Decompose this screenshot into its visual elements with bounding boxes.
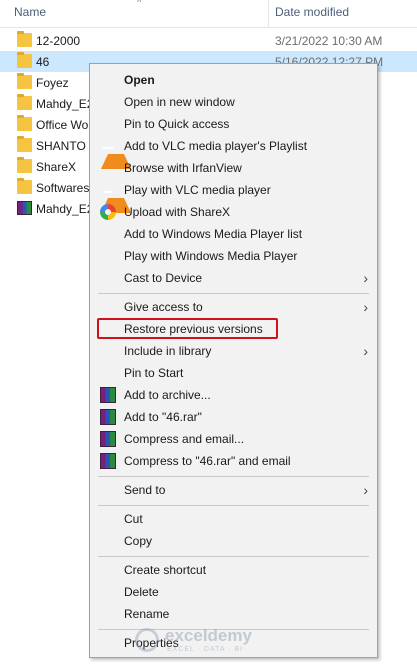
menu-item-delete[interactable]: Delete <box>90 581 377 603</box>
folder-icon <box>17 94 32 110</box>
file-name: Softwares <box>36 181 90 195</box>
menu-separator <box>98 505 369 506</box>
menu-item-send-to[interactable]: Send to › <box>90 479 377 501</box>
exceldemy-logo-icon <box>135 628 159 652</box>
menu-item-open-new-window[interactable]: Open in new window <box>90 91 377 113</box>
menu-item-label: Include in library <box>124 344 212 358</box>
menu-item-label: Compress to "46.rar" and email <box>124 454 291 468</box>
menu-item-label: Pin to Quick access <box>124 117 230 131</box>
column-header: ^ Name Date modified <box>0 0 417 28</box>
menu-item-label: Play with VLC media player <box>124 183 271 197</box>
menu-item-rename[interactable]: Rename <box>90 603 377 625</box>
menu-item-label: Add to Windows Media Player list <box>124 227 303 241</box>
menu-item-wmp-add[interactable]: Add to Windows Media Player list <box>90 223 377 245</box>
winrar-icon <box>100 431 116 447</box>
submenu-arrow-icon: › <box>363 482 368 498</box>
menu-item-wmp-play[interactable]: Play with Windows Media Player <box>90 245 377 267</box>
winrar-icon <box>100 409 116 425</box>
submenu-arrow-icon: › <box>363 270 368 286</box>
menu-item-label: Open <box>124 73 155 87</box>
file-row[interactable]: 12-2000 3/21/2022 10:30 AM <box>0 30 417 51</box>
menu-item-label: Add to "46.rar" <box>124 410 202 424</box>
file-date: 3/21/2022 10:30 AM <box>275 34 383 48</box>
menu-item-label: Copy <box>124 534 153 548</box>
winrar-icon <box>100 453 116 469</box>
menu-item-label: Cut <box>124 512 143 526</box>
menu-separator <box>98 556 369 557</box>
rar-archive-icon <box>17 201 32 215</box>
menu-item-label: Create shortcut <box>124 563 207 577</box>
annotation-highlight-box <box>97 318 278 339</box>
folder-icon <box>17 136 32 152</box>
menu-item-add-to-archive[interactable]: Add to archive... <box>90 384 377 406</box>
menu-item-compress-rar-email[interactable]: Compress to "46.rar" and email <box>90 450 377 472</box>
menu-item-open[interactable]: Open <box>90 69 377 91</box>
menu-item-add-to-rar[interactable]: Add to "46.rar" <box>90 406 377 428</box>
file-name: 46 <box>36 55 50 69</box>
file-name: ShareX <box>36 160 77 174</box>
folder-icon <box>17 73 32 89</box>
submenu-arrow-icon: › <box>363 343 368 359</box>
menu-item-sharex-upload[interactable]: Upload with ShareX <box>90 201 377 223</box>
folder-icon <box>17 178 32 194</box>
menu-item-pin-quick-access[interactable]: Pin to Quick access <box>90 113 377 135</box>
sharex-icon <box>100 204 116 220</box>
menu-item-label: Rename <box>124 607 170 621</box>
menu-separator <box>98 476 369 477</box>
menu-item-vlc-playlist[interactable]: Add to VLC media player's Playlist <box>90 135 377 169</box>
folder-icon <box>17 52 32 68</box>
winrar-icon <box>100 387 116 403</box>
menu-item-label: Give access to <box>124 300 203 314</box>
menu-item-compress-and-email[interactable]: Compress and email... <box>90 428 377 450</box>
submenu-arrow-icon: › <box>363 299 368 315</box>
folder-icon <box>17 157 32 173</box>
menu-item-label: Pin to Start <box>124 366 184 380</box>
context-menu: Open Open in new window Pin to Quick acc… <box>89 63 378 658</box>
watermark-tagline: EXCEL · DATA · BI <box>167 646 243 653</box>
menu-item-label: Add to archive... <box>124 388 211 402</box>
menu-item-irfanview[interactable]: Browse with IrfanView <box>90 157 377 179</box>
file-name: Mahdy_E2 <box>36 202 94 216</box>
folder-icon <box>17 115 32 131</box>
menu-item-cut[interactable]: Cut <box>90 508 377 530</box>
menu-item-label: Browse with IrfanView <box>124 161 242 175</box>
column-date-modified[interactable]: Date modified <box>275 5 349 19</box>
menu-item-label: Add to VLC media player's Playlist <box>124 139 308 153</box>
folder-icon <box>17 31 32 47</box>
menu-item-label: Play with Windows Media Player <box>124 249 298 263</box>
menu-item-label: Compress and email... <box>124 432 245 446</box>
menu-item-label: Send to <box>124 483 166 497</box>
menu-item-label: Cast to Device <box>124 271 203 285</box>
menu-item-label: Open in new window <box>124 95 235 109</box>
menu-item-cast-to-device[interactable]: Cast to Device › <box>90 267 377 289</box>
column-divider[interactable] <box>268 0 269 27</box>
menu-item-pin-to-start[interactable]: Pin to Start <box>90 362 377 384</box>
file-name: Foyez <box>36 76 69 90</box>
sort-indicator-icon: ^ <box>137 0 142 7</box>
menu-separator <box>98 293 369 294</box>
file-name: 12-2000 <box>36 34 81 48</box>
file-name: Mahdy_E2 <box>36 97 94 111</box>
menu-item-give-access[interactable]: Give access to › <box>90 296 377 318</box>
file-name: Office Wo <box>36 118 89 132</box>
menu-item-copy[interactable]: Copy <box>90 530 377 552</box>
menu-item-vlc-play[interactable]: Play with VLC media player <box>90 179 377 213</box>
menu-item-include-in-library[interactable]: Include in library › <box>90 340 377 362</box>
watermark-name: exceldemy <box>165 626 252 645</box>
menu-item-label: Delete <box>124 585 159 599</box>
menu-item-create-shortcut[interactable]: Create shortcut <box>90 559 377 581</box>
watermark: exceldemy EXCEL · DATA · BI <box>135 626 295 656</box>
file-name: SHANTO <box>36 139 86 153</box>
menu-item-label: Upload with ShareX <box>124 205 231 219</box>
column-name[interactable]: Name <box>14 5 46 19</box>
